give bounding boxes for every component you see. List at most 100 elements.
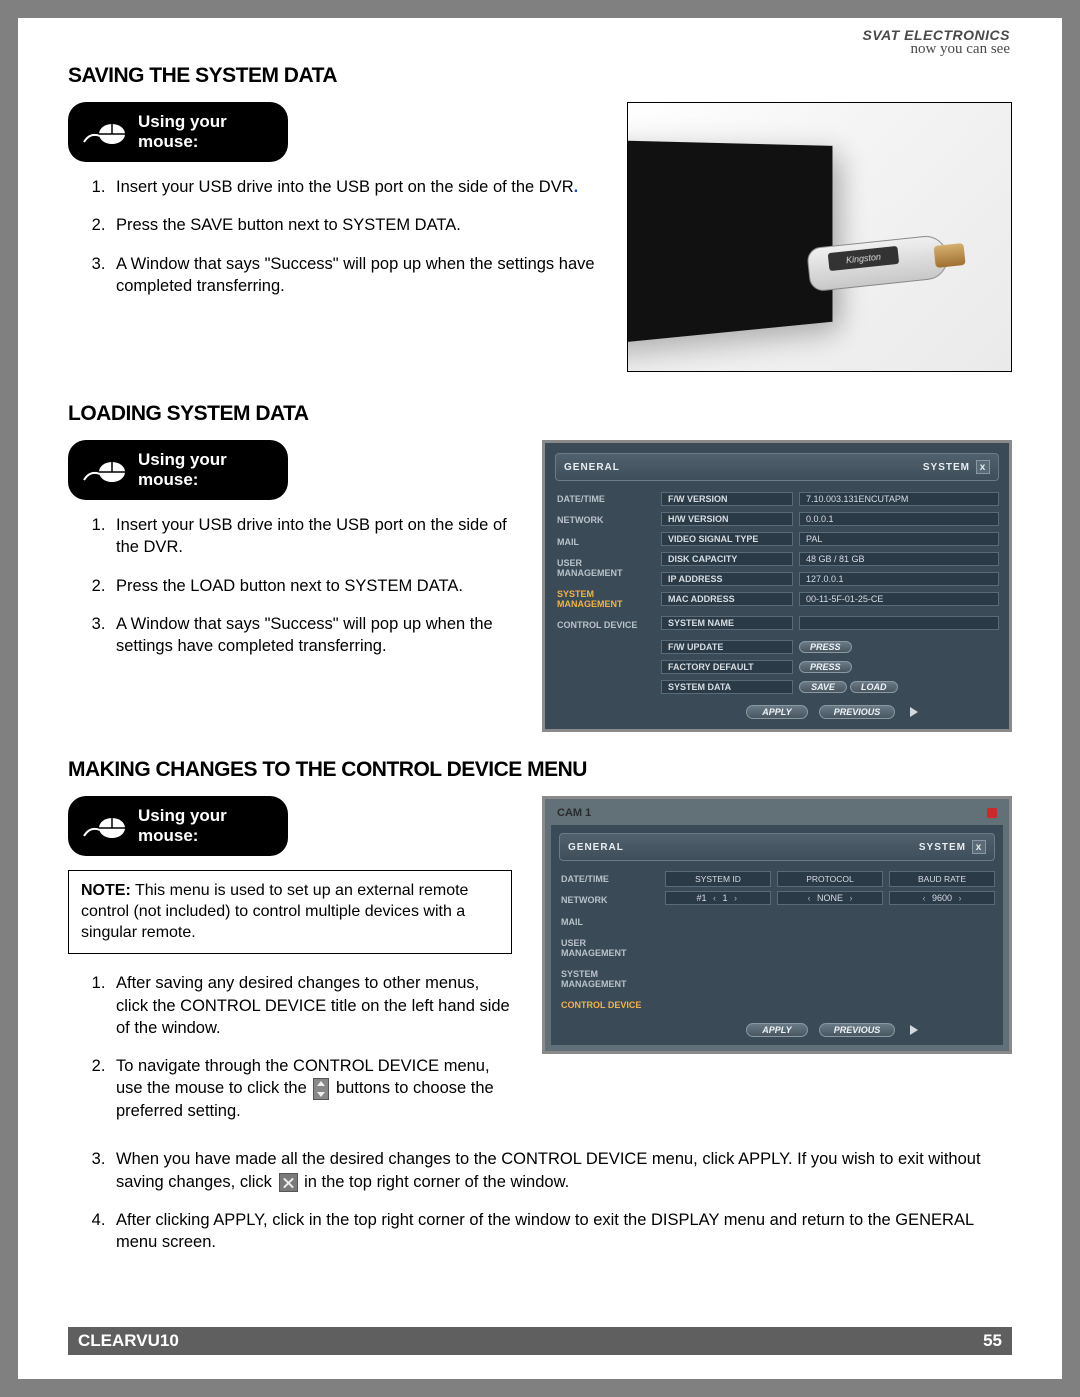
baud-spinner[interactable]: ‹9600› [889,891,995,905]
control-steps-b: When you have made all the desired chang… [68,1148,1012,1253]
note-text: This menu is used to set up an external … [81,882,468,941]
list-item: A Window that says "Success" will pop up… [110,613,512,658]
saving-steps: Insert your USB drive into the USB port … [68,176,597,297]
load-button[interactable]: LOAD [850,681,898,693]
field-label: F/W VERSION [661,492,793,506]
mouse-badge: Using yourmouse: [68,796,288,856]
list-item: Insert your USB drive into the USB port … [110,176,597,198]
nav-item[interactable]: SYSTEM MANAGEMENT [559,964,655,995]
toolbar-right: SYSTEM [923,462,970,473]
close-icon[interactable]: x [972,840,986,854]
press-button[interactable]: PRESS [799,661,852,673]
record-icon [987,808,997,818]
mouse-icon [82,806,128,846]
field-value: 0.0.0.1 [799,512,999,526]
mouse-icon [82,450,128,490]
list-item: To navigate through the CONTROL DEVICE m… [110,1055,512,1122]
nav-item[interactable]: DATE/TIME [559,869,655,890]
nav-item[interactable]: USER MANAGEMENT [559,933,655,964]
chevron-left-icon[interactable]: ‹ [711,893,719,903]
chevron-right-icon[interactable]: › [847,893,855,903]
system-id-spinner[interactable]: #1‹1› [665,891,771,905]
note-label: NOTE: [81,882,131,899]
chevron-right-icon[interactable]: › [956,893,964,903]
nav-item[interactable]: NETWORK [559,890,655,911]
field-label: SYSTEM NAME [661,616,793,630]
protocol-spinner[interactable]: ‹NONE› [777,891,883,905]
field-label: VIDEO SIGNAL TYPE [661,532,793,546]
col-header: BAUD RATE [889,871,995,887]
play-icon[interactable] [910,707,918,717]
toolbar-left: GENERAL [568,842,624,853]
field-value: 127.0.0.1 [799,572,999,586]
nav-item[interactable]: MAIL [559,912,655,933]
note-box: NOTE: This menu is used to set up an ext… [68,870,512,954]
dvr-nav: DATE/TIME NETWORK MAIL USER MANAGEMENT S… [559,869,655,1037]
col-header: PROTOCOL [777,871,883,887]
list-item: Press the LOAD button next to SYSTEM DAT… [110,575,512,597]
chevron-left-icon[interactable]: ‹ [805,893,813,903]
manual-page: SVAT ELECTRONICS now you can see SAVING … [18,18,1062,1379]
dvr-system-screenshot: GENERAL SYSTEM x DATE/TIME NETWORK MAIL U… [542,440,1012,732]
loading-steps: Insert your USB drive into the USB port … [68,514,512,657]
section-title-control: MAKING CHANGES TO THE CONTROL DEVICE MEN… [68,758,1012,782]
press-button[interactable]: PRESS [799,641,852,653]
list-item: When you have made all the desired chang… [110,1148,1012,1193]
list-item: After clicking APPLY, click in the top r… [110,1209,1012,1254]
mouse-badge-line2: mouse: [138,132,198,151]
brand-block: SVAT ELECTRONICS now you can see [863,28,1011,57]
save-button[interactable]: SAVE [799,681,847,693]
nav-item[interactable]: CONTROL DEVICE [555,615,651,636]
page-footer: CLEARVU10 55 [68,1327,1012,1355]
mouse-badge: Using yourmouse: [68,440,288,500]
dvr-toolbar: GENERAL SYSTEM x [559,833,995,861]
footer-product: CLEARVU10 [78,1331,179,1351]
nav-item-active[interactable]: CONTROL DEVICE [559,995,655,1016]
section-title-loading: LOADING SYSTEM DATA [68,402,1012,426]
dvr-control-screenshot: CAM 1 GENERAL SYSTEM x DATE/TIME NETWORK … [542,796,1012,1054]
usb-brand-label: Kingston [828,246,899,271]
section-title-saving: SAVING THE SYSTEM DATA [68,64,1012,88]
field-value: 48 GB / 81 GB [799,552,999,566]
field-label: F/W UPDATE [661,640,793,654]
field-value: 00-11-5F-01-25-CE [799,592,999,606]
field-value: PAL [799,532,999,546]
mouse-badge-line1: Using your [138,112,227,131]
field-label: DISK CAPACITY [661,552,793,566]
updown-icon [313,1078,329,1100]
nav-item[interactable]: USER MANAGEMENT [555,553,651,584]
col-header: SYSTEM ID [665,871,771,887]
field-label: SYSTEM DATA [661,680,793,694]
nav-item[interactable]: MAIL [555,532,651,553]
chevron-right-icon[interactable]: › [732,893,740,903]
chevron-left-icon[interactable]: ‹ [920,893,928,903]
apply-button[interactable]: APPLY [746,705,808,719]
close-icon [279,1173,298,1192]
list-item: Press the SAVE button next to SYSTEM DAT… [110,214,597,236]
brand-company: SVAT ELECTRONICS [863,28,1011,42]
list-item: After saving any desired changes to othe… [110,972,512,1039]
list-item: Insert your USB drive into the USB port … [110,514,512,559]
mouse-icon [82,112,128,152]
toolbar-left: GENERAL [564,462,620,473]
usb-photo: Kingston [627,102,1012,372]
footer-page: 55 [983,1331,1002,1351]
toolbar-right: SYSTEM [919,842,966,853]
close-icon[interactable]: x [976,460,990,474]
previous-button[interactable]: PREVIOUS [819,705,896,719]
field-label: H/W VERSION [661,512,793,526]
nav-item[interactable]: NETWORK [555,510,651,531]
field-value[interactable] [799,616,999,630]
field-label: FACTORY DEFAULT [661,660,793,674]
field-label: IP ADDRESS [661,572,793,586]
nav-item[interactable]: DATE/TIME [555,489,651,510]
apply-button[interactable]: APPLY [746,1023,808,1037]
previous-button[interactable]: PREVIOUS [819,1023,896,1037]
play-icon[interactable] [910,1025,918,1035]
mouse-badge: Using yourmouse: [68,102,288,162]
dvr-nav: DATE/TIME NETWORK MAIL USER MANAGEMENT S… [555,489,651,719]
brand-tagline: now you can see [863,42,1011,57]
blue-period: . [574,178,579,196]
nav-item-active[interactable]: SYSTEM MANAGEMENT [555,584,651,615]
cam-label: CAM 1 [557,807,591,819]
